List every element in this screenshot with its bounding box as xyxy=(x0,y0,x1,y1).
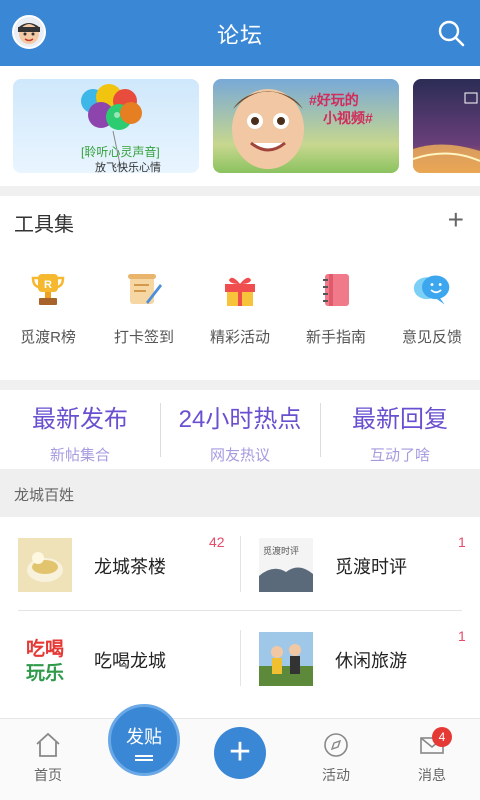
banner-video-text: #好玩的 小视频# xyxy=(309,92,373,126)
nav-activity[interactable]: 活动 xyxy=(288,719,384,800)
latest-posts-link[interactable]: 最新发布 新帖集合 xyxy=(0,393,160,468)
tool-label: 新手指南 xyxy=(305,329,366,346)
notebook-icon xyxy=(323,274,349,306)
forum-item-travel[interactable]: 休闲旅游 1 xyxy=(241,612,480,704)
svg-text:R: R xyxy=(44,279,52,291)
divider xyxy=(0,186,480,196)
tool-label: 意见反馈 xyxy=(401,329,462,346)
tool-checkin[interactable]: 打卡签到 xyxy=(96,270,192,370)
divider xyxy=(240,536,241,592)
post-count-badge: 1 xyxy=(458,628,466,644)
divider xyxy=(240,630,241,686)
tools-title: 工具集 xyxy=(14,214,74,236)
hot-24h-link[interactable]: 24小时热点 网友热议 xyxy=(160,393,320,468)
svg-text:吃喝: 吃喝 xyxy=(26,637,64,660)
travel-image xyxy=(259,632,313,686)
highlight-columns: 最新发布 新帖集合 24小时热点 网友热议 最新回复 互动了啥 xyxy=(0,393,480,468)
compass-icon xyxy=(324,733,348,757)
forum-item-eat-drink[interactable]: 吃喝 玩乐 吃喝龙城 xyxy=(0,612,240,704)
section-header: 龙城百姓 xyxy=(0,469,480,517)
tool-label: 打卡签到 xyxy=(113,329,174,346)
banner-tag: [聆听心灵声音] xyxy=(81,145,160,159)
forum-item-teahouse[interactable]: 龙城茶楼 42 xyxy=(0,518,240,610)
divider xyxy=(0,380,480,390)
svg-text:玩乐: 玩乐 xyxy=(26,662,64,684)
banner-card-night-city[interactable] xyxy=(413,79,480,173)
latest-replies-link[interactable]: 最新回复 互动了啥 xyxy=(320,393,480,468)
tool-label: 精彩活动 xyxy=(209,329,270,346)
menu-lines-icon xyxy=(135,755,153,761)
message-count-badge: 4 xyxy=(432,727,452,747)
post-button[interactable]: 发贴 xyxy=(108,704,180,776)
page-title: 论坛 xyxy=(216,23,263,48)
eat-drink-image: 吃喝 玩乐 xyxy=(18,632,72,686)
forum-item-commentary[interactable]: 觅渡时评 觅渡时评 1 xyxy=(241,518,480,610)
teahouse-image xyxy=(18,538,72,592)
top-bar: 论坛 xyxy=(0,0,480,66)
scroll-pen-icon xyxy=(128,274,162,304)
banner-subtitle: 放飞快乐心情 xyxy=(95,162,161,173)
tool-events[interactable]: 精彩活动 xyxy=(192,270,288,370)
nav-home[interactable]: 首页 xyxy=(0,719,96,800)
banner-card-balloons[interactable]: [聆听心灵声音] 放飞快乐心情 xyxy=(13,79,199,173)
tools-add-button[interactable]: + xyxy=(448,206,464,234)
divider xyxy=(18,610,462,611)
post-count-badge: 42 xyxy=(209,534,225,550)
tools-row: R 觅渡R榜 打卡签到 精彩活动 新手指南 意见反馈 xyxy=(0,270,480,370)
trophy-icon: R xyxy=(31,274,65,305)
tool-label: 觅渡R榜 xyxy=(20,329,76,346)
nav-messages[interactable]: 消息 xyxy=(384,719,480,800)
post-count-badge: 1 xyxy=(458,534,466,550)
search-icon[interactable] xyxy=(436,18,466,48)
banner-card-video[interactable]: #好玩的 小视频# xyxy=(213,79,399,173)
night-city-illustration xyxy=(413,92,480,173)
tool-guide[interactable]: 新手指南 xyxy=(288,270,384,370)
tool-ranking[interactable]: R 觅渡R榜 xyxy=(0,270,96,370)
commentary-image: 觅渡时评 xyxy=(259,538,313,592)
home-icon xyxy=(36,732,60,757)
add-button[interactable]: + xyxy=(214,727,266,779)
svg-text:觅渡时评: 觅渡时评 xyxy=(263,545,299,557)
banner-carousel[interactable]: [聆听心灵声音] 放飞快乐心情 #好玩的 小视频# xyxy=(0,66,480,186)
chat-bubble-icon xyxy=(413,275,450,305)
section-label: 龙城百姓 xyxy=(14,487,75,504)
tool-feedback[interactable]: 意见反馈 xyxy=(384,270,480,370)
gift-icon xyxy=(225,277,255,306)
